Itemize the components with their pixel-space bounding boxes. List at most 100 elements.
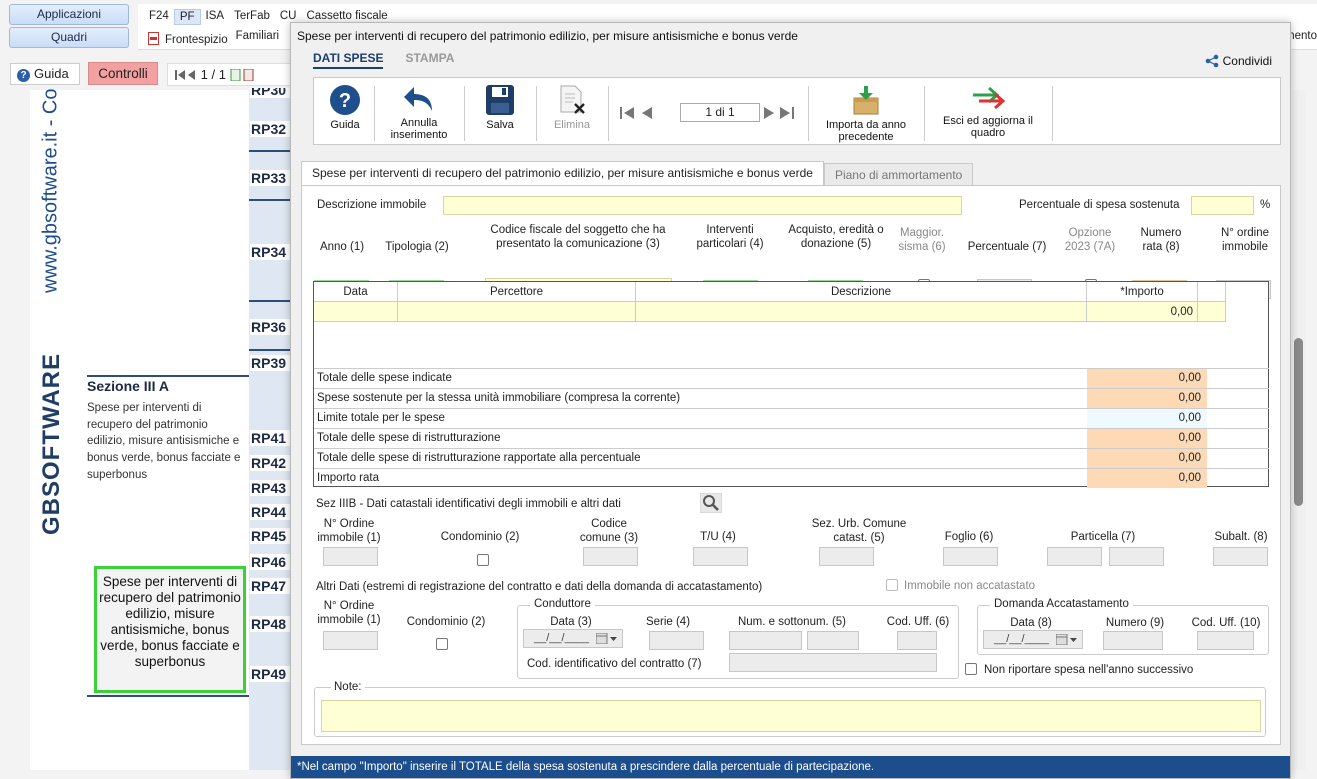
menu-tab-f24[interactable]: F24 (144, 9, 174, 25)
totale-spese-row: Totale delle spese indicate 0,00 (314, 368, 1269, 388)
non-riportare-checkbox[interactable] (965, 663, 977, 675)
guida-tool-button[interactable]: ? Guida (322, 78, 368, 146)
page-scrollbar[interactable] (1292, 90, 1306, 770)
share-button[interactable]: Condividi (1205, 54, 1272, 68)
applicazioni-button[interactable]: Applicazioni (9, 4, 129, 25)
row-code: RP47 (250, 578, 292, 594)
totale-ristrutturazione-value: 0,00 (1087, 429, 1207, 448)
descrizione-input[interactable] (443, 196, 962, 215)
scroll-thumb[interactable] (1294, 338, 1303, 506)
cod-uff10-input[interactable] (1197, 631, 1254, 650)
codice-comune-input[interactable] (583, 547, 638, 566)
menu-tab-isa[interactable]: ISA (201, 9, 230, 25)
section-title: Sezione III A (87, 378, 169, 394)
salva-button[interactable]: Salva (470, 78, 530, 146)
cell-descrizione[interactable] (636, 302, 1087, 322)
tu-input[interactable] (693, 547, 748, 566)
toolbar: ? Guida Annulla inserimento Salva Elimin… (313, 77, 1281, 145)
note-input[interactable] (321, 700, 1261, 732)
first-prev-icon[interactable] (620, 106, 676, 120)
spese-stessa-unita-value: 0,00 (1087, 389, 1207, 408)
menu-tab-pf[interactable]: PF (173, 9, 201, 25)
calendar-dropdown-icon[interactable] (1056, 634, 1078, 645)
import-box-icon (853, 86, 879, 115)
data3-label: Data (3) (550, 616, 592, 628)
sez-urb-label: Sez. Urb. Comune catast. (5) (811, 518, 907, 544)
subalt-input[interactable] (1213, 547, 1268, 566)
totale-spese-value: 0,00 (1087, 369, 1207, 388)
annulla-button[interactable]: Annulla inserimento (378, 78, 460, 146)
data3-input[interactable]: __/__/____ (523, 629, 623, 648)
pdf-icon (148, 32, 159, 45)
numero9-label: Numero (9) (1105, 617, 1165, 629)
sez3b-ordine-input[interactable] (323, 547, 378, 566)
col-header-blank (1198, 282, 1226, 302)
totale-rapportate-value: 0,00 (1087, 449, 1207, 468)
dialog-title: Spese per interventi di recupero del pat… (297, 29, 798, 43)
elimina-button[interactable]: Elimina (542, 78, 602, 146)
altri-ordine-input[interactable] (323, 631, 378, 650)
calendar-dropdown-icon[interactable] (596, 633, 618, 644)
importa-button[interactable]: Importa da anno precedente (810, 78, 922, 146)
col-header-descrizione: Descrizione (636, 282, 1087, 302)
controlli-button[interactable]: Controlli (88, 62, 158, 85)
row-code: RP42 (250, 455, 292, 471)
cell-blank[interactable] (1198, 302, 1226, 322)
sez-urb-input[interactable] (819, 547, 874, 566)
esci-button[interactable]: Esci ed aggiorna il quadro (926, 78, 1050, 146)
cell-percettore[interactable] (398, 302, 636, 322)
percentuale-spesa-label: Percentuale di spesa sostenuta (1019, 199, 1180, 211)
tab-spese[interactable]: Spese per interventi di recupero del pat… (301, 161, 824, 185)
search-icon[interactable] (700, 493, 722, 513)
row-code: RP34 (250, 244, 292, 260)
particella-input-1[interactable] (1047, 547, 1102, 566)
menu-tab-terfab[interactable]: TerFab (229, 9, 275, 25)
data8-input[interactable]: __/__/____ (983, 630, 1083, 649)
first-prev-icon (175, 70, 195, 80)
svg-text:?: ? (339, 90, 351, 112)
acquisto-label: Acquisto, eredità o donazione (5) (788, 224, 884, 250)
domanda-legend: Domanda Accatastamento (990, 598, 1133, 610)
row-code: RP39 (250, 355, 292, 371)
particella-input-2[interactable] (1109, 547, 1164, 566)
percent-sign: % (1260, 199, 1271, 211)
numero9-input[interactable] (1103, 631, 1163, 650)
quadri-button[interactable]: Quadri (9, 27, 129, 48)
frontespizio-item[interactable]: Frontespizio (148, 30, 228, 46)
row-divider (249, 349, 293, 351)
guida-button[interactable]: ? Guida (10, 63, 80, 85)
percentuale-label: Percentuale (7) (967, 241, 1047, 253)
note-group: Note: (314, 681, 1266, 737)
page-navigator[interactable]: 1 / 1 (167, 63, 294, 86)
totale-rapportate-row: Totale delle spese di ristrutturazione r… (314, 448, 1269, 468)
record-pager[interactable]: 1 di 1 (680, 103, 760, 122)
interventi-label: Interventi particolari (4) (696, 224, 764, 250)
row-code: RP32 (250, 121, 292, 137)
num-label: Num. e sottonum. (5) (737, 616, 846, 628)
dialog-window: Spese per interventi di recupero del pat… (290, 22, 1291, 779)
brand-logo: GBSOFTWARE (38, 353, 65, 535)
tab-piano-ammortamento[interactable]: Piano di ammortamento (823, 163, 974, 185)
cell-data[interactable] (314, 302, 398, 322)
num-input[interactable] (729, 631, 802, 650)
percentuale-spesa-input[interactable] (1191, 196, 1254, 215)
cod-contratto-input[interactable] (729, 653, 937, 672)
sez3b-condominio-checkbox[interactable] (477, 554, 489, 566)
limite-totale-row: Limite totale per le spese 0,00 (314, 408, 1269, 428)
sottonum-input[interactable] (807, 631, 859, 650)
foglio-input[interactable] (943, 547, 998, 566)
cell-importo[interactable]: 0,00 (1087, 302, 1198, 322)
next-last-icon[interactable] (764, 106, 798, 120)
opzione-label: Opzione 2023 (7A) (1064, 227, 1116, 253)
familiari-item[interactable]: Familiari (236, 30, 279, 46)
help-icon: ? (17, 69, 30, 82)
tab-stampa[interactable]: STAMPA (405, 51, 454, 69)
altri-condominio-checkbox[interactable] (436, 638, 448, 650)
cod-uff6-input[interactable] (897, 631, 937, 650)
exit-arrows-icon (973, 86, 1005, 110)
cod-contratto-label: Cod. identificativo del contratto (7) (527, 658, 702, 670)
limite-totale-value[interactable]: 0,00 (1087, 409, 1207, 428)
non-accatastato-checkbox[interactable] (886, 579, 898, 591)
serie-input[interactable] (649, 631, 704, 650)
tab-dati-spese[interactable]: DATI SPESE (313, 51, 384, 69)
